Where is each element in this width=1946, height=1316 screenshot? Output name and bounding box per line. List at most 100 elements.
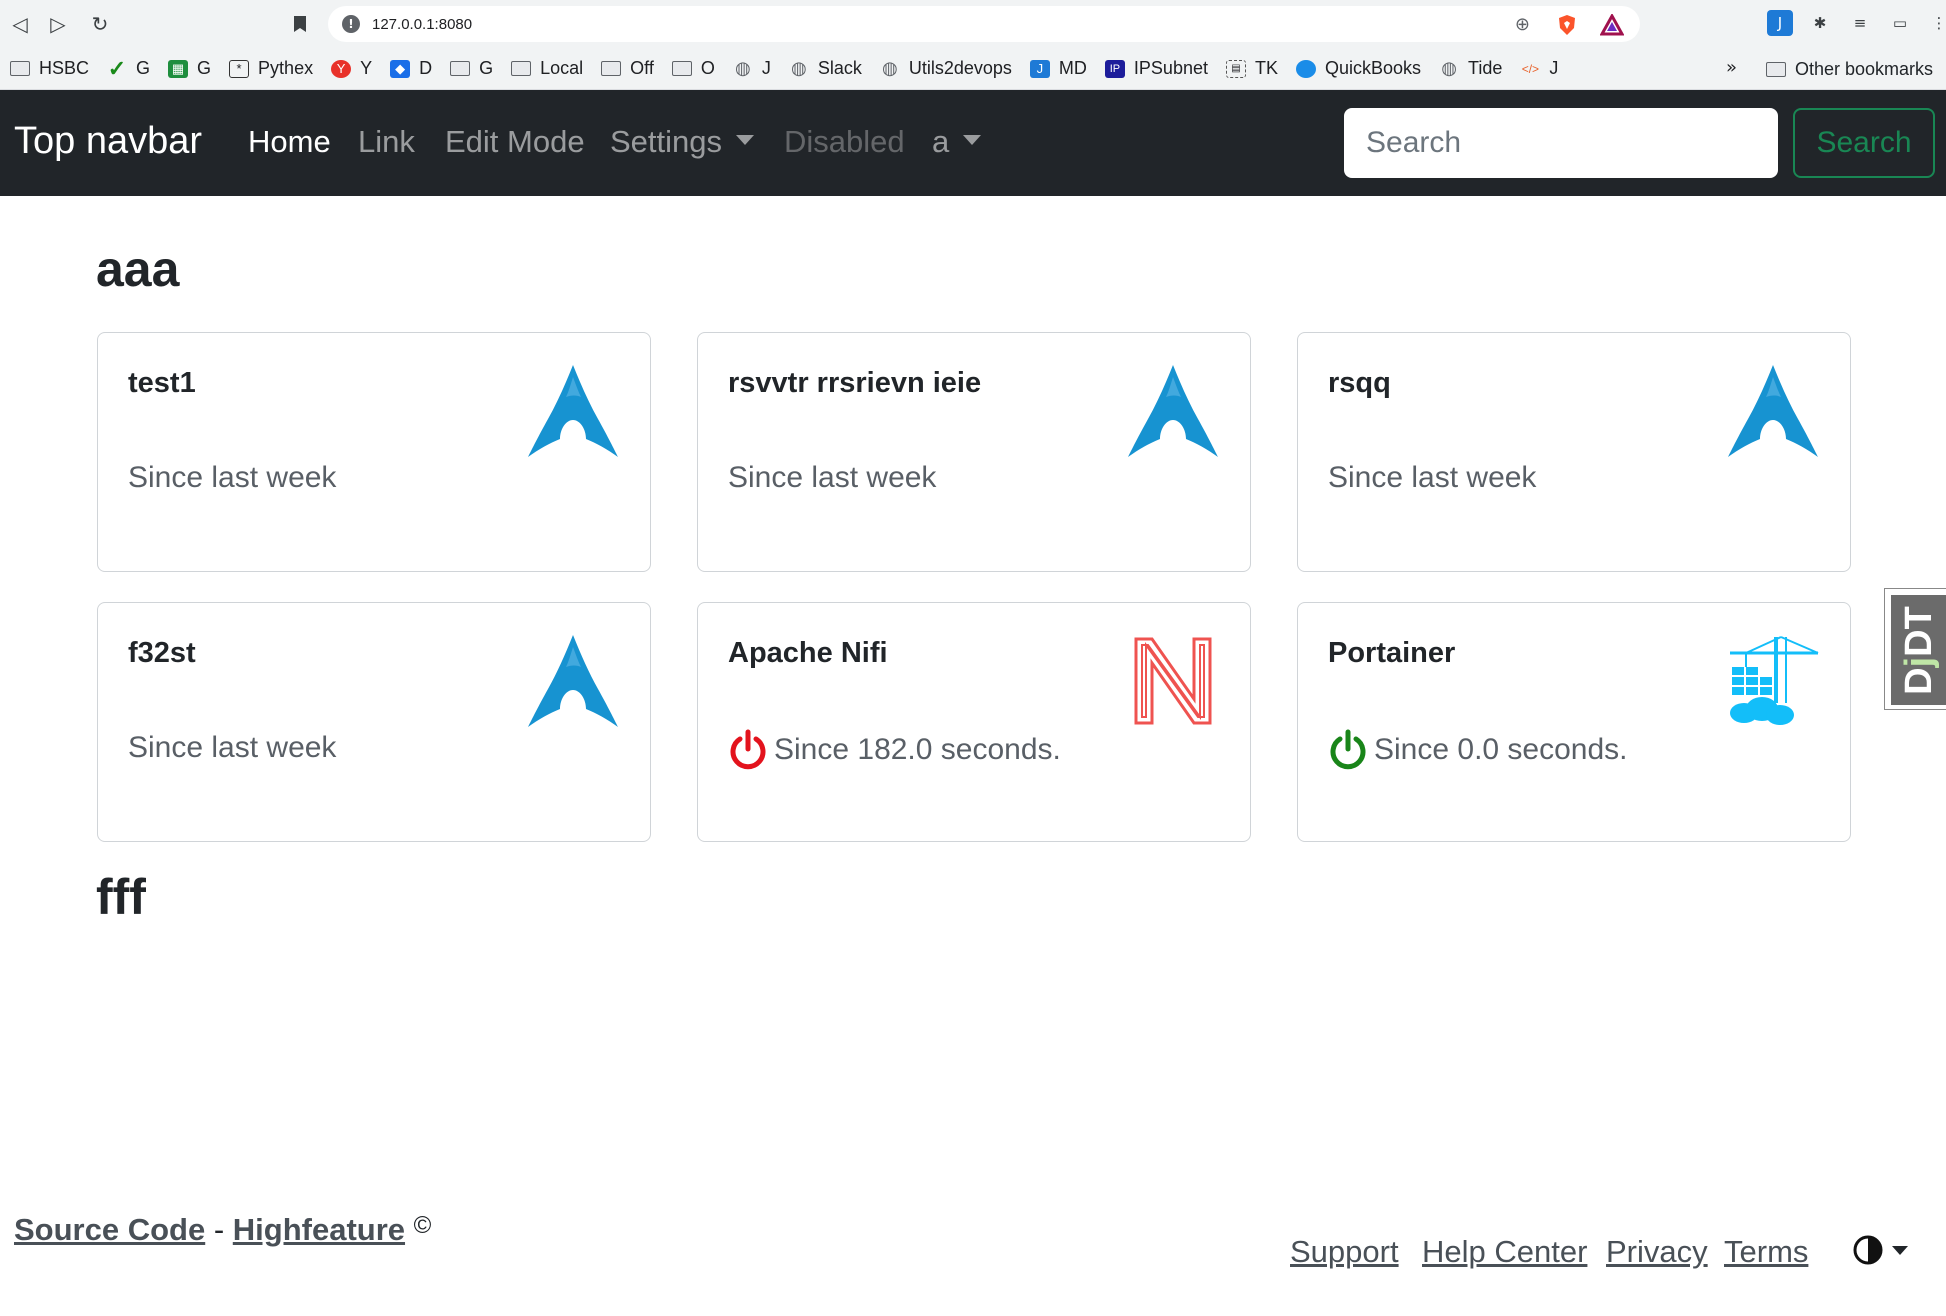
folder-icon <box>10 61 30 76</box>
card-status: Since 0.0 seconds. <box>1328 729 1628 771</box>
bookmark-label: HSBC <box>39 58 90 78</box>
bookmark-item[interactable]: QuickBooks <box>1296 58 1421 79</box>
bookmark-item[interactable]: ◍ J <box>733 58 771 79</box>
bookmark-item[interactable]: J MD <box>1029 58 1087 79</box>
bookmark-item[interactable]: IP IPSubnet <box>1104 58 1208 79</box>
terms-link[interactable]: Terms <box>1724 1234 1808 1269</box>
navbar-brand[interactable]: Top navbar <box>14 120 202 163</box>
j-icon: J <box>1029 59 1050 78</box>
bookmark-icon[interactable] <box>286 10 314 38</box>
other-bookmarks[interactable]: Other bookmarks <box>1766 48 1933 90</box>
bookmark-label: G <box>479 58 494 78</box>
bookmark-label: Pythex <box>258 58 314 78</box>
bookmark-item[interactable]: ▦ G <box>168 58 211 79</box>
footer-link-privacy[interactable]: Privacy <box>1606 1234 1708 1270</box>
address-bar[interactable]: ! 127.0.0.1:8080 ⊕ <box>328 6 1640 42</box>
section-title: aaa <box>96 241 180 297</box>
djdt-label: DjDT <box>1898 606 1941 695</box>
bookmark-label: Off <box>630 58 654 78</box>
search-input[interactable]: Search <box>1344 108 1778 178</box>
card-title: f32st <box>128 637 196 669</box>
nifi-icon <box>1134 637 1212 725</box>
bookmark-item[interactable]: Off <box>601 58 654 79</box>
service-card[interactable]: Portainer Since 0.0 seconds. <box>1297 602 1851 842</box>
nav-edit-mode[interactable]: Edit Mode <box>445 124 585 160</box>
help-center-link[interactable]: Help Center <box>1422 1234 1587 1269</box>
service-card[interactable]: f32st Since last week <box>97 602 651 842</box>
other-bookmarks-label: Other bookmarks <box>1795 58 1934 79</box>
footer-link-terms[interactable]: Terms <box>1724 1234 1808 1270</box>
service-card[interactable]: Apache Nifi Since 182.0 seconds. <box>697 602 1251 842</box>
bookmark-label: O <box>700 58 715 78</box>
globe-icon: ◍ <box>734 58 751 78</box>
copyright: © <box>413 1212 432 1239</box>
bookmark-item[interactable]: * Pythex <box>229 58 313 79</box>
djdt-logo: DjDT <box>1891 595 1946 705</box>
service-card[interactable]: rsvvtr rrsrievn ieie Since last week <box>697 332 1251 572</box>
bookmark-label: D <box>419 58 433 78</box>
bookmarks-bar: HSBC ✓ G ▦ G * Pythex YY ◆ D G Local Off O ◍… <box>0 48 1946 90</box>
arch-linux-icon <box>528 635 618 727</box>
site-info-icon[interactable]: ! <box>342 15 360 33</box>
bookmark-item[interactable]: G <box>450 58 493 79</box>
theme-toggle[interactable] <box>1852 1234 1908 1266</box>
nav-home[interactable]: Home <box>248 124 331 160</box>
bookmark-label: Y <box>360 58 373 78</box>
bookmark-item[interactable]: HSBC <box>10 58 89 79</box>
service-card[interactable]: rsqq Since last week <box>1297 332 1851 572</box>
bookmark-item[interactable]: Local <box>511 58 583 79</box>
pythex-icon: * <box>229 59 250 78</box>
zoom-icon[interactable]: ⊕ <box>1515 14 1530 35</box>
bookmark-item[interactable]: </> J <box>1520 58 1559 79</box>
reload-icon[interactable]: ↻ <box>86 10 114 38</box>
reading-list-icon[interactable]: ≡ <box>1847 10 1873 36</box>
wallet-icon[interactable]: ▭ <box>1887 10 1913 36</box>
service-card[interactable]: test1 Since last week <box>97 332 651 572</box>
bookmark-item[interactable]: ✓ G <box>107 55 150 81</box>
more-bookmarks-button[interactable]: » <box>1726 57 1737 78</box>
card-subtitle: Since last week <box>1328 461 1537 494</box>
bookmark-item[interactable]: O <box>671 58 715 79</box>
back-icon[interactable]: ◁ <box>6 10 34 38</box>
menu-icon[interactable]: ⋮ <box>1926 10 1946 36</box>
footer-left: Source Code - Highfeature © <box>14 1212 431 1248</box>
brave-rewards-icon[interactable] <box>1600 14 1624 36</box>
source-code-link[interactable]: Source Code <box>14 1212 205 1247</box>
nav-settings-dropdown[interactable]: Settings <box>610 124 755 160</box>
forward-icon[interactable]: ▷ <box>44 10 72 38</box>
nav-link[interactable]: Link <box>358 124 415 160</box>
footer-link-support[interactable]: Support <box>1290 1234 1399 1270</box>
checkmark-icon: ✓ <box>107 55 127 81</box>
django-debug-toolbar-handle[interactable]: DjDT <box>1884 588 1946 710</box>
folder-icon <box>450 61 471 76</box>
nav-a-label: a <box>932 124 950 159</box>
support-link[interactable]: Support <box>1290 1234 1399 1269</box>
bookmark-item[interactable]: ▤ TK <box>1225 58 1278 79</box>
extension-j-icon[interactable]: J <box>1767 10 1793 36</box>
privacy-link[interactable]: Privacy <box>1606 1234 1708 1269</box>
card-subtitle: Since last week <box>728 461 937 494</box>
folder-icon <box>511 61 532 76</box>
card-title: test1 <box>128 367 196 399</box>
bookmark-label: J <box>761 58 771 78</box>
y-icon: Y <box>331 59 352 78</box>
footer-link-help[interactable]: Help Center <box>1422 1234 1587 1270</box>
bookmark-label: J <box>1549 58 1559 78</box>
arch-linux-icon <box>1128 365 1218 457</box>
chevron-down-icon <box>736 134 755 145</box>
bookmark-item[interactable]: ◍ Utils2devops <box>880 58 1012 79</box>
bookmark-item[interactable]: ◆ D <box>390 58 432 79</box>
sheets-icon: ▦ <box>168 59 189 78</box>
search-button[interactable]: Search <box>1793 108 1935 178</box>
tk-icon: ▤ <box>1225 59 1246 78</box>
card-status: Since 182.0 seconds. <box>728 729 1061 771</box>
top-navbar: Top navbar Home Link Edit Mode Settings … <box>0 90 1946 196</box>
nav-a-dropdown[interactable]: a <box>932 124 982 160</box>
extensions-puzzle-icon[interactable]: ✱ <box>1807 10 1833 36</box>
bookmark-item[interactable]: YY <box>331 58 372 79</box>
arch-linux-icon <box>528 365 618 457</box>
bookmark-item[interactable]: ◍ Tide <box>1439 58 1502 79</box>
highfeature-link[interactable]: Highfeature <box>233 1212 405 1247</box>
bookmark-item[interactable]: ◍ Slack <box>789 58 862 79</box>
brave-shield-icon[interactable] <box>1556 14 1578 36</box>
